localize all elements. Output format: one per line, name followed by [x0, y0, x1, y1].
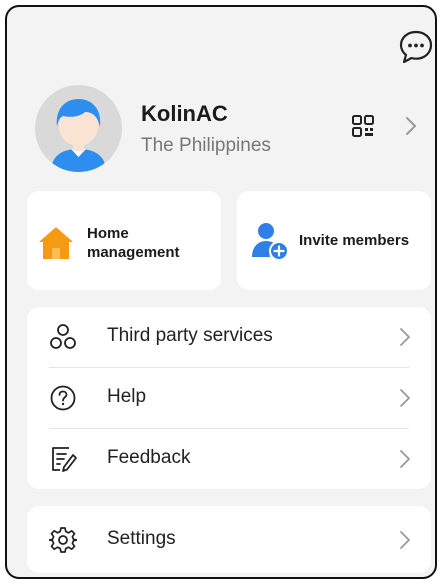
- user-name: KolinAC: [141, 101, 228, 126]
- qr-code-icon[interactable]: [351, 114, 375, 138]
- settings-label: Settings: [107, 528, 176, 549]
- chevron-right-icon[interactable]: [404, 113, 418, 139]
- user-region: The Philippines: [141, 135, 271, 156]
- home-icon: [37, 224, 75, 267]
- third-party-icon: [49, 323, 77, 351]
- menu-item-label: Help: [107, 386, 147, 407]
- app-screen: KolinAC The Philippines Home management …: [5, 5, 437, 579]
- menu-item-label: Third party services: [107, 325, 273, 346]
- chevron-right-icon: [399, 447, 411, 471]
- add-user-icon: [249, 220, 291, 267]
- help-icon: [49, 384, 77, 412]
- menu-item-feedback[interactable]: Feedback: [27, 429, 431, 489]
- feedback-icon: [49, 445, 77, 473]
- chat-bubble-icon[interactable]: [398, 27, 434, 67]
- chevron-right-icon: [399, 325, 411, 349]
- invite-members-card[interactable]: Invite members: [237, 191, 431, 290]
- home-management-card[interactable]: Home management: [27, 191, 221, 290]
- menu-item-help[interactable]: Help: [27, 368, 431, 428]
- profile-section[interactable]: KolinAC The Philippines: [35, 85, 430, 175]
- menu-item-settings[interactable]: Settings: [27, 510, 431, 570]
- menu-item-label: Feedback: [107, 447, 191, 468]
- settings-card: Settings: [27, 506, 431, 573]
- chevron-right-icon: [399, 386, 411, 410]
- gear-icon: [48, 526, 78, 554]
- invite-members-label: Invite members: [299, 232, 410, 249]
- home-management-label: Home management: [87, 225, 180, 261]
- avatar[interactable]: [35, 85, 122, 172]
- menu-item-third-party-services[interactable]: Third party services: [27, 307, 431, 367]
- chevron-right-icon: [399, 528, 411, 552]
- menu-list: Third party services Help Feedback: [27, 307, 431, 489]
